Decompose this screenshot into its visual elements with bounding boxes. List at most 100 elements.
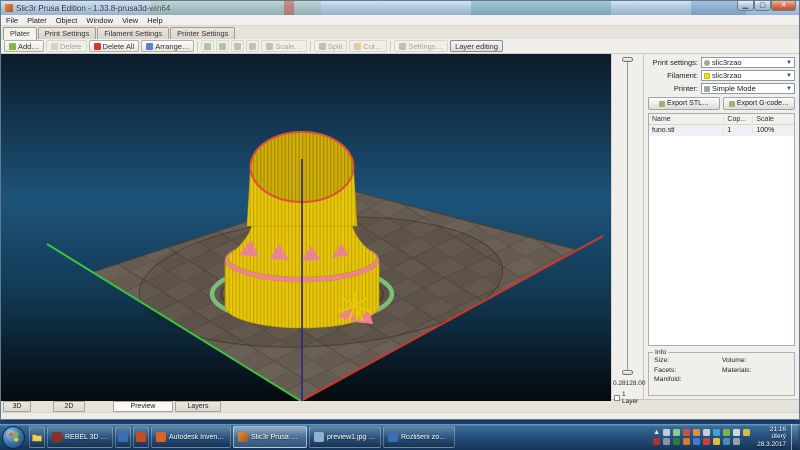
tray-icon[interactable]	[683, 438, 690, 445]
settings-button[interactable]: Settings…	[394, 40, 448, 52]
menu-plater[interactable]: Plater	[27, 16, 47, 25]
tray-icon[interactable]	[673, 429, 680, 436]
tray-icon[interactable]	[703, 429, 710, 436]
maximize-button[interactable]: ▢	[754, 1, 771, 11]
tray-icon[interactable]	[653, 438, 660, 445]
filament-label: Filament:	[648, 71, 698, 80]
rotate-cw-button[interactable]	[216, 40, 229, 52]
tab-print-settings[interactable]: Print Settings	[38, 27, 97, 39]
clock-day: úterý	[757, 433, 786, 441]
col-copies: Cop...	[724, 116, 753, 123]
rotate-ccw-button[interactable]	[201, 40, 214, 52]
view-tab-preview[interactable]: Preview	[113, 401, 173, 412]
tab-plater[interactable]: Plater	[3, 27, 37, 40]
start-button[interactable]	[2, 426, 25, 449]
printer-combo[interactable]: Simple Mode ▼	[701, 83, 795, 94]
add-button[interactable]: Add…	[4, 40, 44, 52]
3d-preview-canvas[interactable]	[1, 54, 611, 399]
delete-button[interactable]: Delete	[46, 40, 87, 52]
layer-slider-track[interactable]	[627, 60, 628, 374]
rebel3d-app-icon	[52, 432, 62, 442]
tray-icon[interactable]	[663, 438, 670, 445]
menu-view[interactable]: View	[122, 16, 138, 25]
pinned-app-button-blue[interactable]	[115, 426, 131, 448]
close-button[interactable]: ✕	[771, 1, 796, 11]
filament-combo[interactable]: slic3rzao ▼	[701, 70, 795, 81]
tray-icon[interactable]	[733, 438, 740, 445]
tab-filament-settings[interactable]: Filament Settings	[97, 27, 169, 39]
objects-table-header: Name Cop... Scale	[649, 114, 794, 125]
tray-icon[interactable]	[733, 429, 740, 436]
layer-slider-upper-handle[interactable]	[622, 57, 633, 62]
pinned-app-button-orange[interactable]	[133, 426, 149, 448]
desktop: Slic3r Prusa Edition - 1.33.8-prusa3d-wi…	[0, 0, 800, 450]
tray-icon[interactable]	[713, 429, 720, 436]
one-layer-checkbox[interactable]	[614, 395, 620, 401]
info-box: Info Size: Facets: Manifold: Volume: Mat…	[648, 352, 795, 396]
print-settings-combo[interactable]: slic3rzao ▼	[701, 57, 795, 68]
plater-toolbar: Add… Delete Delete All Arrange… Scale… S…	[1, 39, 799, 54]
menu-help[interactable]: Help	[147, 16, 162, 25]
show-desktop-button[interactable]	[791, 424, 798, 450]
rotate-45-cw-button[interactable]	[246, 40, 259, 52]
info-title: Info	[653, 349, 668, 356]
tray-icon[interactable]	[683, 429, 690, 436]
view-tab-3d[interactable]: 3D	[3, 401, 31, 412]
tray-icon[interactable]	[663, 429, 670, 436]
export-stl-icon	[659, 101, 665, 107]
export-gcode-button[interactable]: Export G-code…	[723, 97, 795, 110]
taskbar-button-inventor[interactable]: Autodesk Inventor Pr...	[151, 426, 231, 448]
taskbar-button-display-settings[interactable]: Rozlišení zobrazení	[383, 426, 455, 448]
tray-icon[interactable]	[723, 429, 730, 436]
menu-file[interactable]: File	[6, 16, 18, 25]
info-manifold-label: Manifold:	[654, 376, 722, 383]
chevron-down-icon: ▼	[786, 73, 792, 79]
rotate-cw-icon	[219, 43, 226, 50]
tray-expand-icon[interactable]: ▲	[653, 429, 660, 436]
orange-app-icon	[136, 432, 146, 442]
taskbar-button-paint[interactable]: preview1.jpg - Malov...	[309, 426, 381, 448]
tray-icon[interactable]	[703, 438, 710, 445]
taskbar-clock[interactable]: 21:16 úterý 28.3.2017	[757, 426, 786, 449]
explorer-taskbar-button[interactable]	[29, 426, 45, 448]
view-tab-layers[interactable]: Layers	[175, 401, 221, 412]
glass-reflection	[284, 1, 294, 15]
gear-icon	[704, 60, 710, 66]
rotate-45-ccw-button[interactable]	[231, 40, 244, 52]
window-title: Slic3r Prusa Edition - 1.33.8-prusa3d-wi…	[16, 4, 170, 13]
object-name: funo.stl	[649, 127, 724, 134]
taskbar-button-slic3r[interactable]: Slic3r Prusa Edition - ...	[233, 426, 307, 448]
tray-icon[interactable]	[693, 438, 700, 445]
delete-all-button[interactable]: Delete All	[89, 40, 140, 52]
tray-icon[interactable]	[713, 438, 720, 445]
scale-button[interactable]: Scale…	[261, 40, 306, 52]
menu-object[interactable]: Object	[56, 16, 78, 25]
cut-button[interactable]: Cut…	[349, 40, 387, 52]
export-stl-button[interactable]: Export STL…	[648, 97, 720, 110]
delete-all-icon	[94, 43, 101, 50]
split-icon	[319, 43, 326, 50]
layer-editing-button[interactable]: Layer editing	[450, 40, 503, 52]
col-scale: Scale	[753, 116, 794, 123]
taskbar-button-rebel3d[interactable]: REBEL 3D - Odeslat o...	[47, 426, 113, 448]
settings-tab-bar: Plater Print Settings Filament Settings …	[1, 26, 799, 39]
tray-icon[interactable]	[723, 438, 730, 445]
add-icon	[9, 43, 16, 50]
slic3r-app-icon	[238, 432, 248, 442]
table-empty-area[interactable]	[649, 136, 794, 345]
view-tab-2d[interactable]: 2D	[53, 401, 85, 412]
tab-printer-settings[interactable]: Printer Settings	[170, 27, 235, 39]
arrange-button[interactable]: Arrange…	[141, 40, 194, 52]
layer-slider-lower-handle[interactable]	[622, 370, 633, 375]
tray-icon[interactable]	[693, 429, 700, 436]
table-row[interactable]: funo.stl 1 100%	[649, 125, 794, 136]
title-bar[interactable]: Slic3r Prusa Edition - 1.33.8-prusa3d-wi…	[1, 1, 799, 15]
info-materials-label: Materials:	[722, 367, 790, 374]
toolbar-separator	[310, 41, 311, 52]
tray-icon[interactable]	[743, 429, 750, 436]
split-button[interactable]: Split	[314, 40, 348, 52]
tray-icon[interactable]	[673, 438, 680, 445]
one-layer-label: 1 Layer	[622, 391, 643, 405]
minimize-button[interactable]: ▁	[737, 1, 754, 11]
menu-window[interactable]: Window	[86, 16, 113, 25]
